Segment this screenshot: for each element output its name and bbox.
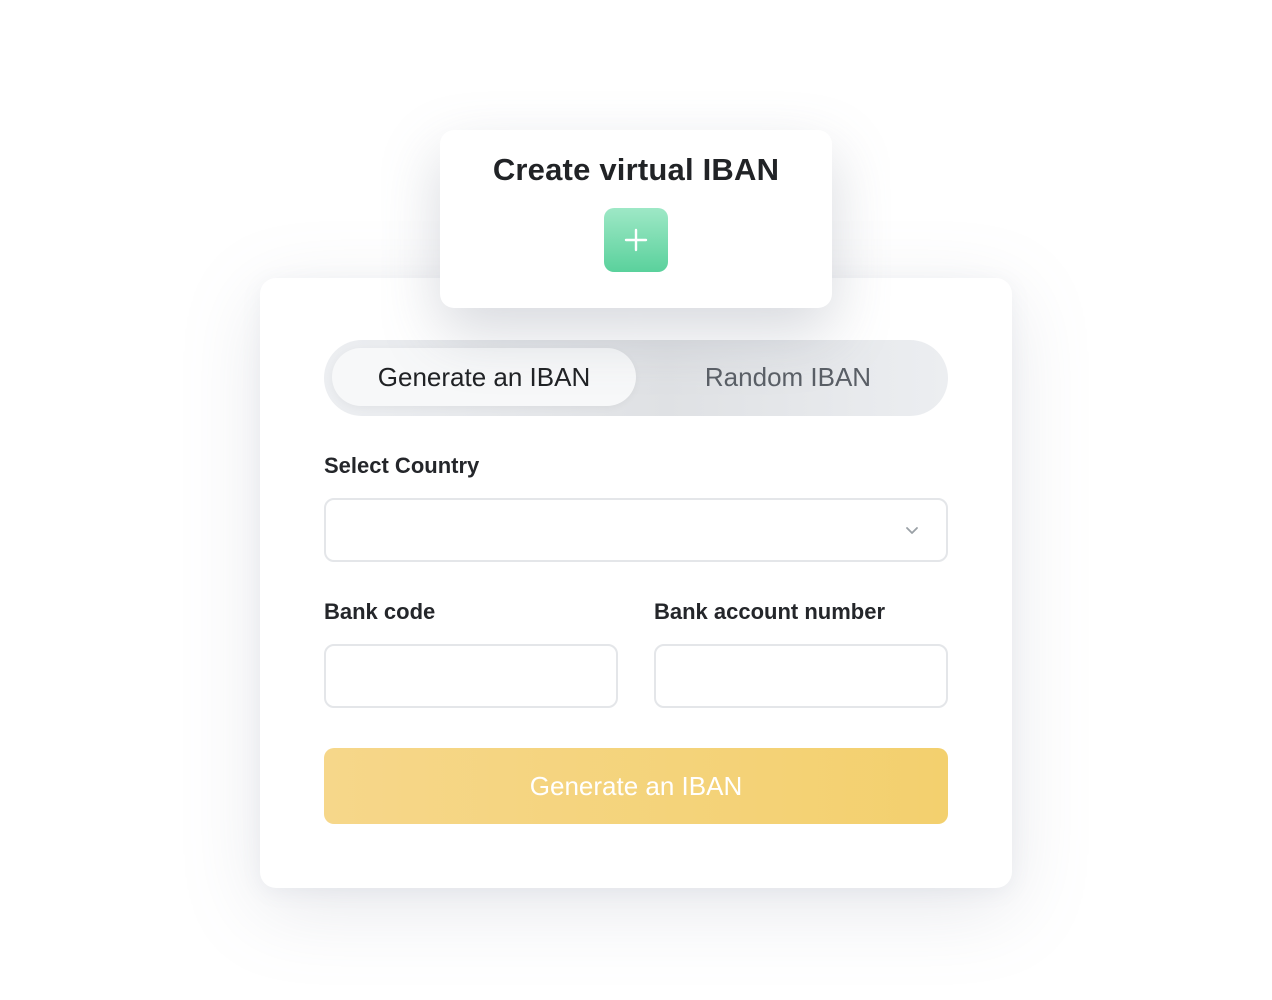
account-number-input[interactable] [654, 644, 948, 708]
tab-random-iban[interactable]: Random IBAN [636, 348, 940, 406]
plus-icon [624, 228, 648, 252]
bank-code-label: Bank code [324, 599, 436, 624]
mode-toggle: Generate an IBAN Random IBAN [324, 340, 948, 416]
account-number-label: Bank account number [654, 599, 886, 624]
tab-generate-iban[interactable]: Generate an IBAN [332, 348, 636, 406]
iban-form-card: Generate an IBAN Random IBAN Select Coun… [260, 278, 1012, 888]
country-label: Select Country [324, 453, 480, 478]
bank-code-input[interactable] [324, 644, 618, 708]
generate-iban-button[interactable]: Generate an IBAN [324, 748, 948, 824]
add-iban-button[interactable] [604, 208, 668, 272]
stage: Create virtual IBAN Generate an IBAN Ran… [0, 0, 1272, 1000]
page-title: Create virtual IBAN [492, 152, 780, 187]
header-card: Create virtual IBAN [440, 130, 832, 308]
country-select[interactable] [324, 498, 948, 562]
chevron-down-icon [906, 527, 918, 534]
